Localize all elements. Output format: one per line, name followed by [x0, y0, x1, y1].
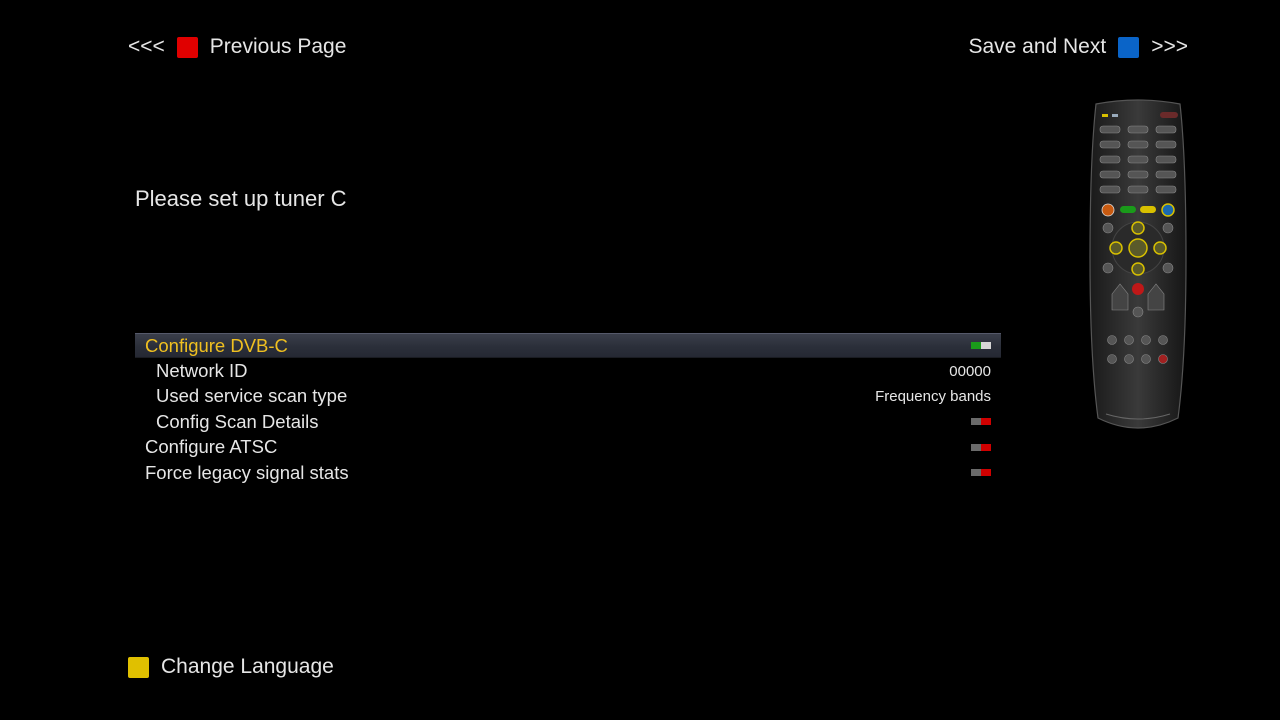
save-and-next-button[interactable]: Save and Next >>>	[968, 33, 1188, 61]
configure-atsc-label: Configure ATSC	[145, 436, 278, 458]
scan-type-label: Used service scan type	[156, 385, 348, 407]
menu-item-network-id[interactable]: Network ID 00000	[135, 358, 1001, 383]
menu-item-force-legacy-signal-stats[interactable]: Force legacy signal stats	[135, 460, 1001, 485]
page-title: Please set up tuner C	[135, 186, 347, 211]
change-language-label: Change Language	[161, 655, 334, 678]
menu-item-configure-atsc[interactable]: Configure ATSC	[135, 435, 1001, 460]
change-language-button[interactable]: Change Language	[128, 654, 334, 680]
previous-page-button[interactable]: <<< Previous Page	[128, 33, 346, 61]
previous-arrows: <<<	[128, 35, 165, 58]
red-key-icon	[176, 36, 198, 58]
scan-type-value: Frequency bands	[875, 387, 991, 405]
network-id-label: Network ID	[156, 360, 248, 382]
force-legacy-signal-stats-label: Force legacy signal stats	[145, 461, 349, 483]
blue-key-icon	[1118, 36, 1140, 58]
force-legacy-signal-stats-toggle[interactable]	[971, 469, 991, 477]
save-and-next-label: Save and Next	[968, 35, 1107, 58]
remote-control-icon	[1089, 99, 1187, 429]
previous-page-label: Previous Page	[209, 35, 347, 58]
next-arrows: >>>	[1151, 35, 1188, 58]
menu-item-scan-type[interactable]: Used service scan type Frequency bands	[135, 384, 1001, 409]
configure-dvbc-label: Configure DVB-C	[145, 334, 288, 356]
tuner-config-list: Configure DVB-C Network ID 00000 Used se…	[135, 333, 1001, 485]
setup-wizard-screen: <<< Previous Page Save and Next >>> Plea…	[0, 0, 1280, 720]
configure-dvbc-toggle[interactable]	[971, 342, 991, 350]
config-scan-details-toggle[interactable]	[971, 418, 991, 426]
yellow-key-icon	[128, 656, 149, 678]
configure-atsc-toggle[interactable]	[971, 443, 991, 451]
config-scan-details-label: Config Scan Details	[156, 410, 319, 432]
network-id-value: 00000	[949, 362, 991, 380]
menu-item-configure-dvbc[interactable]: Configure DVB-C	[135, 333, 1001, 359]
menu-item-config-scan-details[interactable]: Config Scan Details	[135, 409, 1001, 434]
